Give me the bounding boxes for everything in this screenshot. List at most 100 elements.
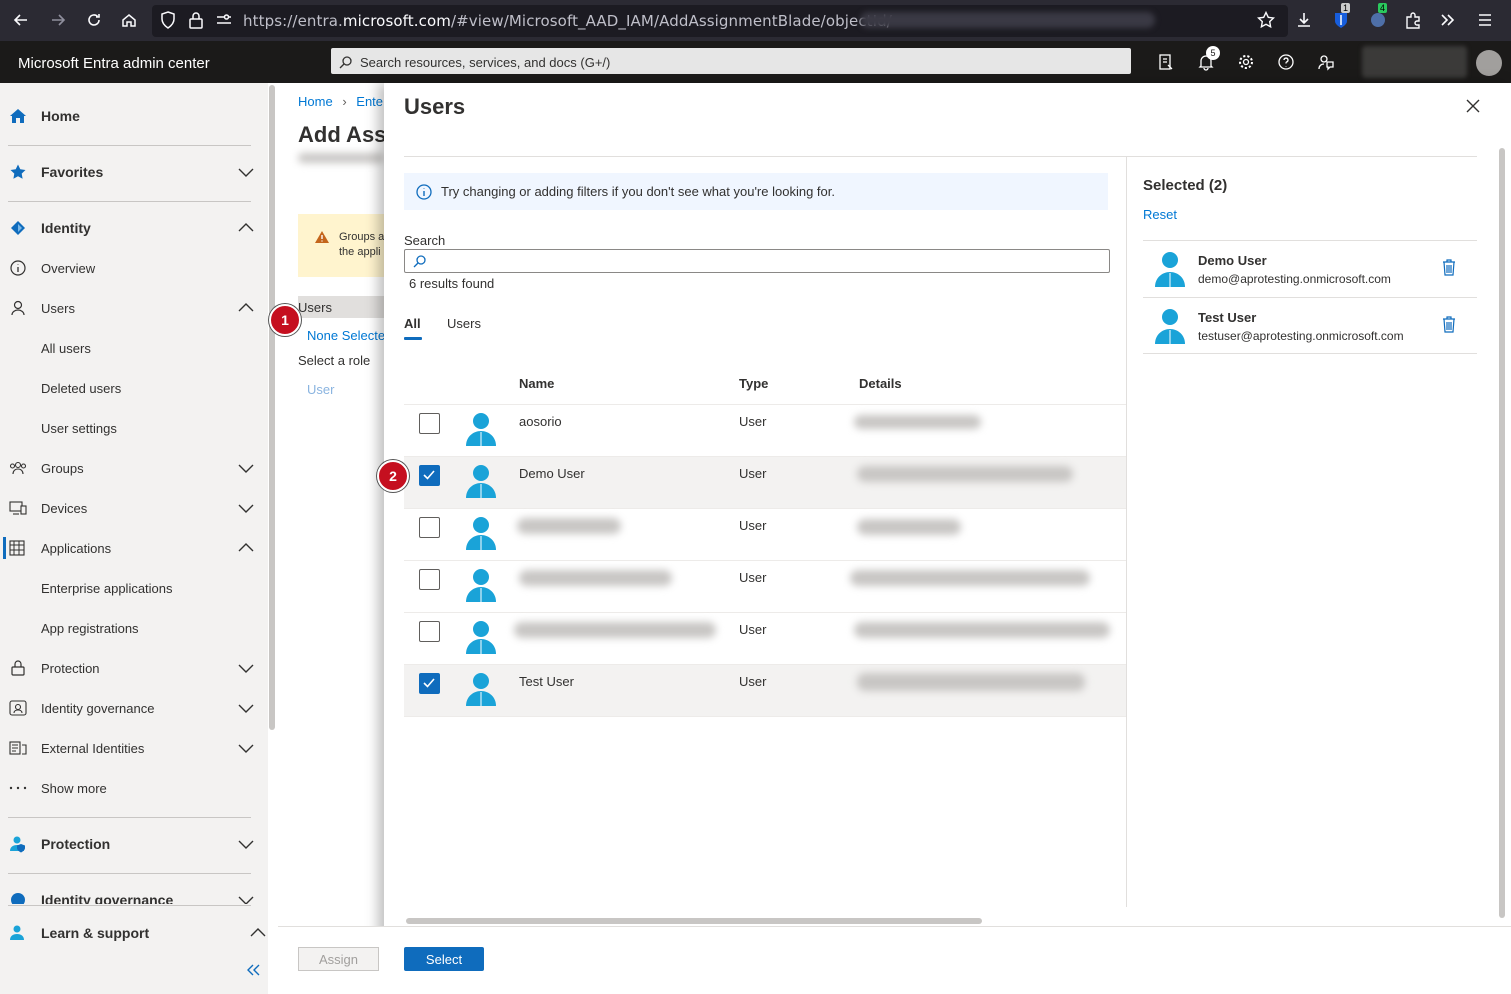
chevron-up-icon[interactable] xyxy=(236,218,256,238)
chevron-down-icon[interactable] xyxy=(236,162,256,182)
chevron-down-icon[interactable] xyxy=(236,698,256,718)
chevron-down-icon[interactable] xyxy=(236,834,256,854)
assign-button[interactable]: Assign xyxy=(298,947,379,971)
app-title[interactable]: Microsoft Entra admin center xyxy=(18,55,210,72)
panel-scrollbar[interactable] xyxy=(1499,148,1505,918)
shield-icon[interactable] xyxy=(158,10,178,30)
download-icon[interactable] xyxy=(1294,10,1314,30)
search-input[interactable] xyxy=(404,249,1110,273)
row-checkbox-checked[interactable] xyxy=(419,465,440,486)
collapse-icon[interactable] xyxy=(247,964,261,976)
nav-enterprise-apps-label: Enterprise applications xyxy=(41,580,173,596)
redacted-details xyxy=(854,622,1110,638)
overflow-chevrons-icon[interactable] xyxy=(1438,10,1458,30)
nav-identity-governance-section-row: Identity governance xyxy=(0,883,268,904)
nav-learn-support[interactable]: Learn & support xyxy=(0,916,268,950)
chevron-down-icon[interactable] xyxy=(236,738,256,758)
chevron-down-icon[interactable] xyxy=(236,658,256,678)
row-checkbox[interactable] xyxy=(419,621,440,642)
column-header-details[interactable]: Details xyxy=(859,376,902,391)
table-row[interactable]: User xyxy=(404,560,1126,612)
close-icon[interactable] xyxy=(1462,95,1484,117)
chevron-down-icon[interactable] xyxy=(236,498,256,518)
nav-identity-governance-label: Identity governance xyxy=(41,700,155,716)
bell-icon[interactable]: 5 xyxy=(1196,46,1220,72)
nav-protection[interactable]: Protection xyxy=(0,651,268,685)
row-checkbox[interactable] xyxy=(419,517,440,538)
nav-identity[interactable]: Identity xyxy=(0,211,268,245)
bookmark-star-icon[interactable] xyxy=(1256,10,1276,30)
extension-icon[interactable] xyxy=(1403,10,1423,30)
nav-devices[interactable]: Devices xyxy=(0,491,268,525)
reset-link[interactable]: Reset xyxy=(1143,207,1177,222)
feedback-icon[interactable] xyxy=(1316,52,1336,72)
directory-icon[interactable] xyxy=(1156,52,1176,72)
nav-identity-governance[interactable]: Identity governance xyxy=(0,691,268,725)
url-text[interactable]: https://entra.microsoft.com/#view/Micros… xyxy=(243,12,892,30)
none-selected-link[interactable]: None Selecte xyxy=(307,328,387,343)
table-row[interactable]: Test User User xyxy=(404,664,1126,716)
permissions-icon[interactable] xyxy=(214,10,234,30)
chevron-up-icon[interactable] xyxy=(236,298,256,318)
nav-app-registrations[interactable]: App registrations xyxy=(0,611,268,645)
chevron-down-icon[interactable] xyxy=(236,890,256,904)
table-row[interactable]: User xyxy=(404,612,1126,664)
role-value-link[interactable]: User xyxy=(307,382,334,397)
row-type: User xyxy=(739,622,767,637)
table-row[interactable]: Demo User User xyxy=(404,456,1126,508)
column-header-name[interactable]: Name xyxy=(519,376,554,391)
trash-icon[interactable] xyxy=(1442,315,1456,333)
nav-groups[interactable]: Groups xyxy=(0,451,268,485)
horizontal-scrollbar[interactable] xyxy=(406,918,982,924)
forward-icon[interactable] xyxy=(48,10,68,30)
nav-scrollbar[interactable] xyxy=(269,85,275,730)
gear-icon[interactable] xyxy=(1236,52,1256,72)
user-icon xyxy=(464,462,498,498)
select-button[interactable]: Select xyxy=(404,947,484,971)
avatar[interactable] xyxy=(1476,50,1502,76)
nav-home[interactable]: Home xyxy=(0,99,268,133)
menu-icon[interactable] xyxy=(1475,10,1495,30)
nav-enterprise-applications[interactable]: Enterprise applications xyxy=(0,571,268,605)
chevron-up-icon[interactable] xyxy=(236,538,256,558)
extension-globe-icon[interactable]: 4 xyxy=(1368,3,1388,30)
nav-devices-label: Devices xyxy=(41,500,88,516)
nav-favorites-label: Favorites xyxy=(41,164,104,180)
nav-users[interactable]: Users xyxy=(0,291,268,325)
tab-users[interactable]: Users xyxy=(447,316,481,331)
nav-show-more[interactable]: Show more xyxy=(0,771,268,805)
nav-favorites[interactable]: Favorites xyxy=(0,155,268,189)
star-icon xyxy=(9,163,27,181)
row-checkbox[interactable] xyxy=(419,413,440,434)
nav-app-registrations-label: App registrations xyxy=(41,620,139,636)
chevron-up-icon[interactable] xyxy=(248,923,268,943)
nav-identity-governance-section[interactable]: Identity governance xyxy=(0,883,268,904)
nav-protection-section-label: Protection xyxy=(41,836,111,852)
nav-overview[interactable]: Overview xyxy=(0,251,268,285)
chevron-down-icon[interactable] xyxy=(236,458,256,478)
nav-protection-section[interactable]: Protection xyxy=(0,827,268,861)
tab-all[interactable]: All xyxy=(404,316,421,331)
home-icon[interactable] xyxy=(119,10,139,30)
column-header-type[interactable]: Type xyxy=(739,376,768,391)
table-row[interactable]: User xyxy=(404,508,1126,560)
help-icon[interactable] xyxy=(1276,52,1296,72)
breadcrumb-enterprise[interactable]: Ente xyxy=(356,94,383,109)
nav-user-settings[interactable]: User settings xyxy=(0,411,268,445)
reload-icon[interactable] xyxy=(84,10,104,30)
back-icon[interactable] xyxy=(11,10,31,30)
redacted-url-part xyxy=(860,12,1155,28)
row-checkbox[interactable] xyxy=(419,569,440,590)
lock-icon[interactable] xyxy=(186,10,206,30)
nav-applications[interactable]: Applications xyxy=(0,531,268,565)
extension-bitwarden-icon[interactable]: 1 xyxy=(1331,3,1351,30)
trash-icon[interactable] xyxy=(1442,258,1456,276)
row-checkbox-checked[interactable] xyxy=(419,673,440,694)
nav-external-identities[interactable]: External Identities xyxy=(0,731,268,765)
breadcrumb-home[interactable]: Home xyxy=(298,94,333,109)
redacted-account-name[interactable] xyxy=(1362,46,1467,78)
nav-deleted-users[interactable]: Deleted users xyxy=(0,371,268,405)
warning-text-line1: Groups a xyxy=(339,231,385,243)
table-row[interactable]: aosorio User xyxy=(404,404,1126,456)
nav-all-users[interactable]: All users xyxy=(0,331,268,365)
